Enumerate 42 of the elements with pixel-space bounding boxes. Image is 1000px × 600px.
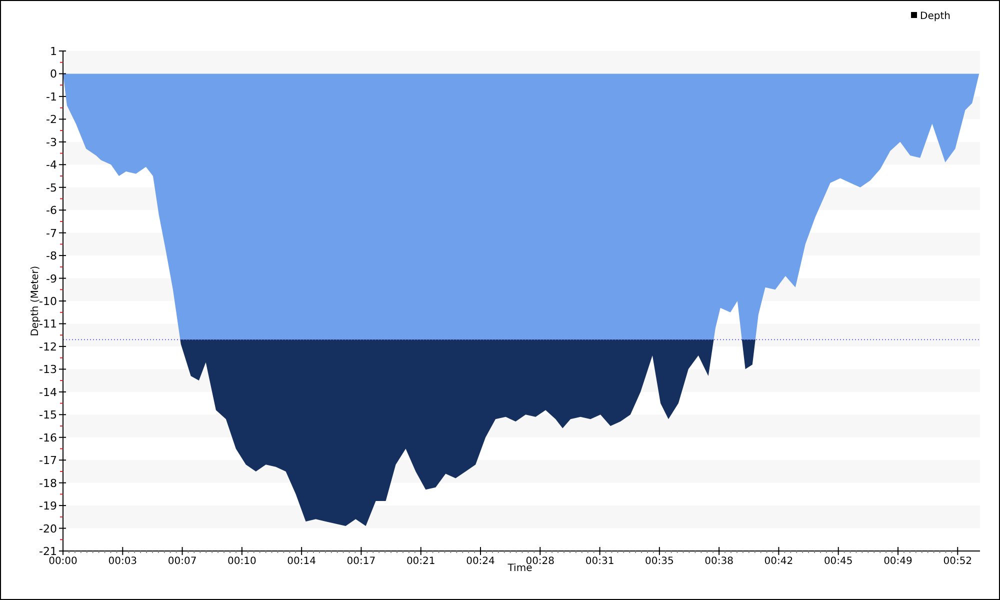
y-tick-label: -6 [46,204,57,218]
x-axis-title: Time [508,563,532,574]
x-tick-label: 00:45 [824,556,853,567]
legend-marker [911,12,917,18]
x-tick-label: 00:07 [168,556,197,567]
x-tick-label: 00:38 [704,556,734,567]
x-tick-label: 00:21 [406,556,436,567]
y-tick-label: -2 [46,113,57,126]
y-tick-label: -11 [39,318,57,331]
y-axis-title: Depth (Meter) [30,266,41,336]
y-tick-label: 1 [50,45,57,58]
legend-label: Depth [920,11,950,22]
y-tick-label: -4 [46,158,57,172]
x-tick-label: 00:49 [884,556,912,567]
y-tick-label: -3 [46,136,57,149]
y-tick-label: -14 [39,386,57,399]
x-tick-label: 00:42 [764,556,794,567]
y-tick-label: -19 [39,500,57,513]
y-tick-label: -15 [39,408,57,422]
y-tick-label: -12 [39,340,57,354]
y-tick-label: -5 [46,181,57,194]
y-tick-label: -17 [39,454,57,468]
y-tick-label: -9 [46,272,57,286]
y-tick-label: -10 [39,295,57,308]
x-tick-label: 00:00 [48,556,78,567]
x-tick-label: 00:10 [228,556,256,567]
x-tick-label: 00:17 [346,556,376,567]
x-tick-label: 00:03 [108,556,138,567]
y-tick-label: -18 [39,476,57,490]
x-tick-label: 00:24 [466,556,495,567]
x-tick-label: 00:35 [645,556,674,567]
x-tick-label: 00:14 [287,556,316,567]
y-tick-label: 0 [50,68,57,81]
y-tick-label: -7 [46,226,57,240]
y-tick-label: -1 [46,90,57,104]
y-tick-label: -13 [39,363,57,376]
x-tick-label: 00:52 [943,556,972,567]
y-tick-label: -21 [39,545,57,558]
y-tick-label: -20 [39,522,57,536]
x-tick-label: 00:31 [585,556,614,567]
y-tick-label: -16 [39,431,57,444]
y-tick-label: -8 [46,250,57,263]
